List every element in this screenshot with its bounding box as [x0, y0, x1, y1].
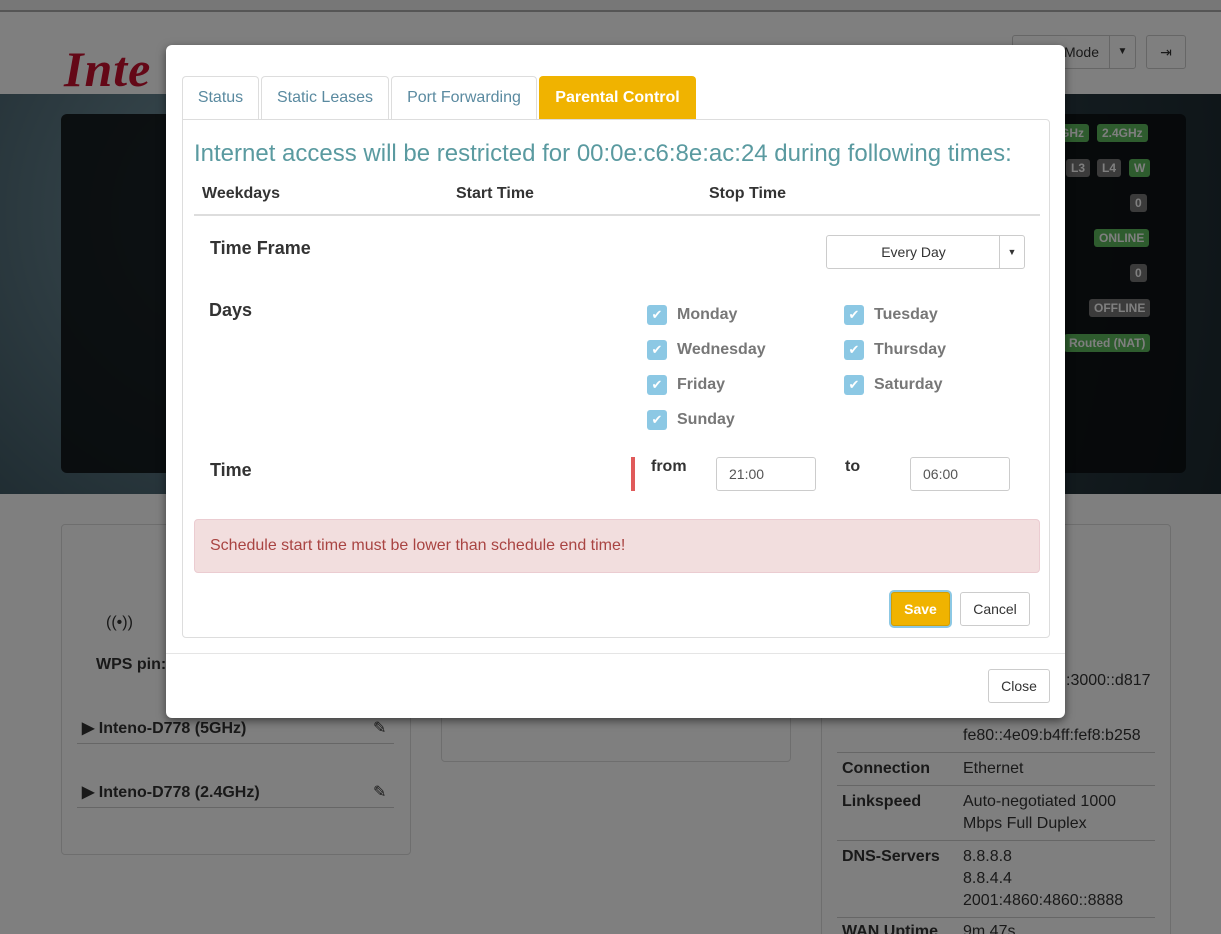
validation-error-bar: [631, 457, 635, 491]
checkbox-saturday[interactable]: ✔: [844, 375, 864, 395]
day-label-friday: Friday: [677, 376, 726, 393]
time-label: Time: [210, 460, 252, 480]
parental-control-modal: Status Static Leases Port Forwarding Par…: [166, 45, 1065, 718]
restriction-heading: Internet access will be restricted for 0…: [194, 140, 1012, 167]
column-weekdays: Weekdays: [202, 185, 280, 202]
error-alert: Schedule start time must be lower than s…: [194, 519, 1040, 573]
checkbox-friday[interactable]: ✔: [647, 375, 667, 395]
column-stop-time: Stop Time: [709, 185, 787, 202]
tab-port-forwarding[interactable]: Port Forwarding: [391, 76, 537, 120]
checkbox-thursday[interactable]: ✔: [844, 340, 864, 360]
day-label-monday: Monday: [677, 306, 738, 323]
from-time-input[interactable]: [716, 457, 816, 491]
close-button[interactable]: Close: [988, 669, 1050, 703]
days-label: Days: [209, 300, 253, 320]
save-button[interactable]: Save: [891, 592, 950, 626]
column-start-time: Start Time: [456, 185, 534, 202]
tab-status[interactable]: Status: [182, 76, 259, 120]
time-frame-value: Every Day: [881, 244, 946, 260]
chevron-down-icon: ▼: [999, 236, 1024, 268]
to-time-input[interactable]: [910, 457, 1010, 491]
to-label: to: [845, 458, 861, 475]
tab-parental-control[interactable]: Parental Control: [539, 76, 696, 120]
from-label: from: [651, 458, 687, 475]
tab-content: Internet access will be restricted for 0…: [182, 119, 1050, 638]
checkbox-sunday[interactable]: ✔: [647, 410, 667, 430]
tab-static-leases[interactable]: Static Leases: [261, 76, 389, 120]
time-frame-select[interactable]: Every Day ▼: [826, 235, 1025, 269]
checkbox-monday[interactable]: ✔: [647, 305, 667, 325]
day-label-tuesday: Tuesday: [874, 306, 938, 323]
cancel-button[interactable]: Cancel: [960, 592, 1030, 626]
table-header-divider: [194, 214, 1040, 216]
checkbox-wednesday[interactable]: ✔: [647, 340, 667, 360]
checkbox-tuesday[interactable]: ✔: [844, 305, 864, 325]
day-label-sunday: Sunday: [677, 411, 735, 428]
modal-footer-divider: [166, 653, 1065, 654]
day-label-saturday: Saturday: [874, 376, 943, 393]
time-frame-label: Time Frame: [210, 238, 311, 258]
day-label-thursday: Thursday: [874, 341, 947, 358]
day-label-wednesday: Wednesday: [677, 341, 766, 358]
